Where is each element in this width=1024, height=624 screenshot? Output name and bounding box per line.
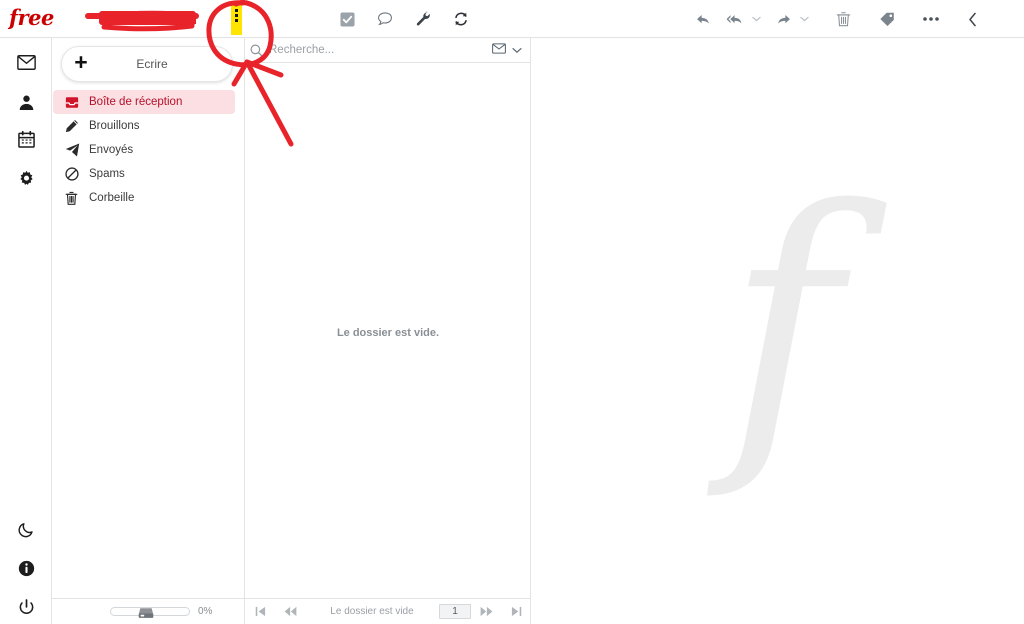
reply-all-icon[interactable] bbox=[724, 8, 746, 30]
search-scope-controls bbox=[492, 41, 531, 59]
rail-item-contacts[interactable] bbox=[0, 90, 52, 114]
webmail-app: free + Ecrire Boîte de réception Brouill… bbox=[0, 0, 1024, 624]
compose-button-label: Ecrire bbox=[136, 57, 168, 71]
envelope-icon[interactable] bbox=[492, 41, 506, 59]
free-logo[interactable]: free bbox=[9, 5, 54, 30]
empty-folder-message: Le dossier est vide. bbox=[336, 327, 440, 339]
free-watermark: f bbox=[531, 38, 1024, 624]
rail-item-calendar[interactable] bbox=[0, 127, 52, 151]
tag-icon[interactable] bbox=[876, 8, 898, 30]
rail-item-mail[interactable] bbox=[0, 50, 52, 74]
folder-trash[interactable]: Corbeille bbox=[53, 186, 235, 210]
message-list-panel: Le dossier est vide. Le dossier est vide bbox=[245, 38, 531, 624]
refresh-icon[interactable] bbox=[450, 8, 472, 30]
select-all-checkbox[interactable] bbox=[336, 8, 358, 30]
storage-percent-label: 0% bbox=[198, 606, 213, 617]
rail-item-dark-mode[interactable] bbox=[0, 517, 52, 541]
top-center-toolbar bbox=[336, 8, 472, 30]
top-right-toolbar bbox=[692, 8, 984, 30]
compose-button[interactable]: + Ecrire bbox=[61, 46, 233, 82]
folder-list: Boîte de réception Brouillons Envoyés Sp… bbox=[52, 90, 245, 210]
collapse-icon[interactable] bbox=[962, 8, 984, 30]
rail-item-settings[interactable] bbox=[0, 166, 52, 190]
folder-spam[interactable]: Spams bbox=[53, 162, 235, 186]
pagination-bar: Le dossier est vide bbox=[245, 598, 531, 624]
folder-drafts[interactable]: Brouillons bbox=[53, 114, 235, 138]
search-input[interactable] bbox=[267, 43, 492, 57]
trash-icon bbox=[65, 191, 85, 205]
top-bar: free bbox=[0, 0, 1024, 38]
wrench-icon[interactable] bbox=[412, 8, 434, 30]
reply-all-caret[interactable] bbox=[750, 8, 762, 30]
chat-bubble-icon[interactable] bbox=[374, 8, 396, 30]
folder-inbox-label: Boîte de réception bbox=[89, 96, 183, 108]
reply-icon[interactable] bbox=[692, 8, 714, 30]
pager-next-button[interactable] bbox=[471, 606, 501, 617]
delete-icon[interactable] bbox=[832, 8, 854, 30]
folder-inbox[interactable]: Boîte de réception bbox=[53, 90, 235, 114]
folder-drafts-label: Brouillons bbox=[89, 120, 140, 132]
search-bar bbox=[245, 38, 531, 63]
folder-sent[interactable]: Envoyés bbox=[53, 138, 235, 162]
pencil-icon bbox=[65, 119, 85, 133]
pager-prev-button[interactable] bbox=[275, 606, 305, 617]
rail-item-info[interactable] bbox=[0, 556, 52, 580]
folder-sent-label: Envoyés bbox=[89, 144, 134, 156]
paper-plane-icon bbox=[65, 143, 85, 157]
left-icon-rail bbox=[0, 38, 52, 624]
more-icon[interactable] bbox=[920, 8, 942, 30]
watermark-glyph: f bbox=[726, 144, 841, 505]
plus-icon: + bbox=[74, 49, 88, 75]
pager-first-button[interactable] bbox=[245, 606, 275, 617]
chevron-down-icon[interactable] bbox=[512, 41, 522, 59]
reading-pane: f bbox=[531, 38, 1024, 624]
vertical-dots-icon[interactable] bbox=[234, 9, 239, 22]
search-icon bbox=[245, 44, 267, 57]
storage-status-bar: 0% bbox=[52, 598, 245, 624]
rail-item-logout[interactable] bbox=[0, 595, 52, 619]
pager-page-input[interactable] bbox=[439, 604, 471, 619]
pager-status-label: Le dossier est vide bbox=[330, 606, 414, 617]
disk-icon bbox=[138, 606, 154, 624]
inbox-icon bbox=[65, 96, 85, 109]
folder-spam-label: Spams bbox=[89, 168, 125, 180]
forward-icon[interactable] bbox=[772, 8, 794, 30]
folder-trash-label: Corbeille bbox=[89, 192, 135, 204]
forward-caret[interactable] bbox=[798, 8, 810, 30]
pager-last-button[interactable] bbox=[501, 606, 531, 617]
folder-sidebar: + Ecrire Boîte de réception Brouillons E… bbox=[52, 38, 245, 624]
ban-icon bbox=[65, 167, 85, 181]
